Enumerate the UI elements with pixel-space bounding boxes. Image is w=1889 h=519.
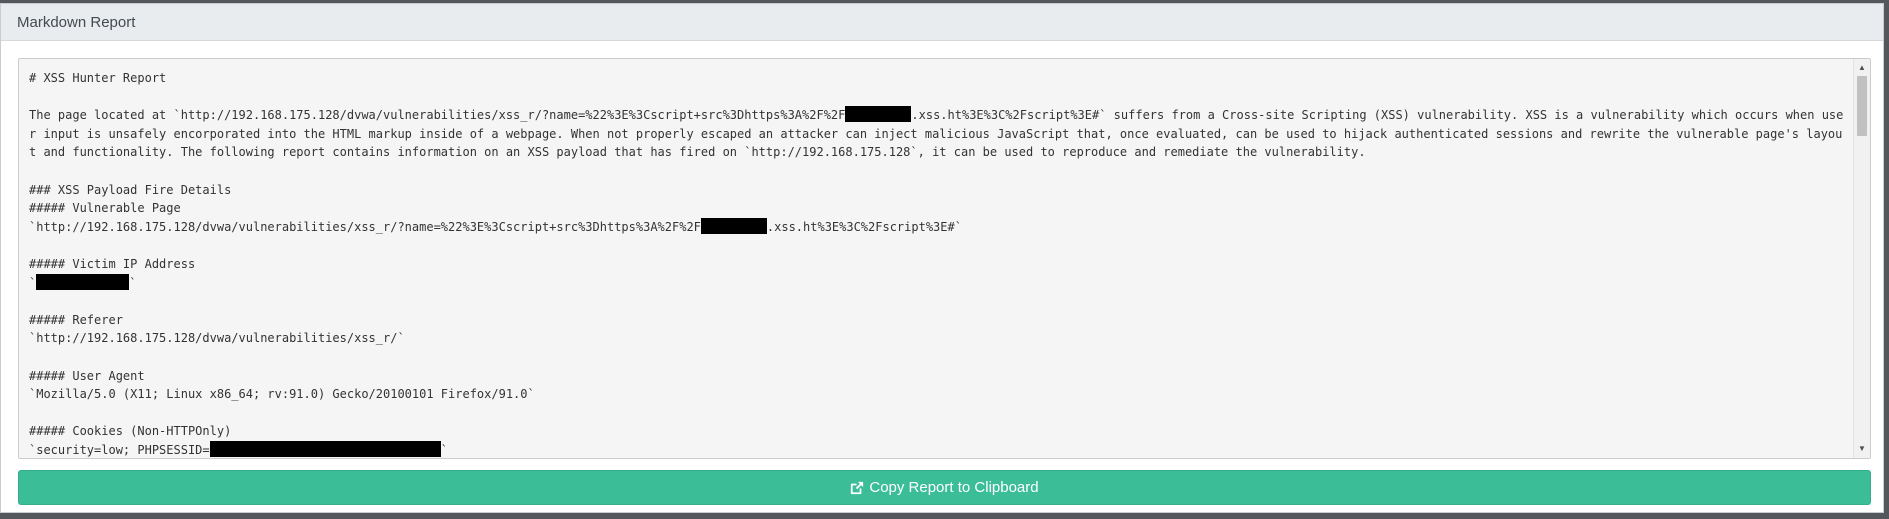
report-text-segment: `http://192.168.175.128/dvwa/vulnerabili… (29, 219, 701, 234)
report-text-segment: `Mozilla/5.0 (X11; Linux x86_64; rv:91.0… (29, 387, 535, 402)
report-line: ##### Cookies (Non-HTTPOnly) (29, 422, 1845, 441)
panel-title: Markdown Report (1, 4, 1883, 41)
report-line: ##### Victim IP Address (29, 255, 1845, 274)
scroll-down-arrow-icon[interactable]: ▼ (1854, 442, 1870, 456)
report-line (29, 348, 1845, 367)
report-line: `http://192.168.175.128/dvwa/vulnerabili… (29, 329, 1845, 348)
report-line (29, 404, 1845, 423)
report-line: ` ` (29, 273, 1845, 293)
report-text-segment: ##### Cookies (Non-HTTPOnly) (29, 424, 232, 439)
report-text-segment: ##### Vulnerable Page (29, 201, 181, 216)
report-text-segment: ` (29, 275, 37, 290)
report-textarea[interactable]: # XSS Hunter Report The page located at `… (18, 58, 1871, 459)
copy-report-label: Copy Report to Clipboard (869, 479, 1039, 496)
report-line (29, 236, 1845, 255)
markdown-report-panel: Markdown Report # XSS Hunter Report The p… (0, 3, 1884, 513)
report-text-segment: `security=low; PHPSESSID= (29, 442, 210, 457)
report-line: ##### User Agent (29, 367, 1845, 386)
report-line (29, 162, 1845, 181)
copy-report-button[interactable]: Copy Report to Clipboard (18, 470, 1871, 505)
scroll-thumb[interactable] (1857, 76, 1867, 136)
report-line: ##### Referer (29, 311, 1845, 330)
report-line: ### XSS Payload Fire Details (29, 181, 1845, 200)
report-line (29, 88, 1845, 107)
report-line: The page located at `http://192.168.175.… (29, 106, 1845, 162)
external-link-icon (851, 481, 864, 494)
report-text-segment: .xss.ht%3E%3C%2Fscript%3E#` (766, 219, 962, 234)
redacted-block (36, 273, 130, 290)
report-line (29, 292, 1845, 311)
report-line: `Mozilla/5.0 (X11; Linux x86_64; rv:91.0… (29, 385, 1845, 404)
scroll-up-arrow-icon[interactable]: ▲ (1854, 61, 1870, 75)
report-text-segment: ##### Referer (29, 312, 123, 327)
report-text-segment: The page located at `http://192.168.175.… (29, 108, 846, 123)
report-line: `security=low; PHPSESSID= ` (29, 440, 1845, 458)
report-scrollbar[interactable]: ▲ ▼ (1853, 59, 1870, 458)
redacted-block (209, 440, 441, 457)
report-line: ##### Vulnerable Page (29, 199, 1845, 218)
report-text-segment: ` (440, 442, 448, 457)
report-text-segment: ##### Victim IP Address (29, 256, 196, 271)
report-content: # XSS Hunter Report The page located at `… (29, 69, 1845, 458)
report-text-segment: ### XSS Payload Fire Details (29, 182, 232, 197)
redacted-block (845, 106, 912, 123)
report-text-segment: ` (129, 275, 137, 290)
redacted-block (700, 217, 767, 234)
report-line: # XSS Hunter Report (29, 69, 1845, 88)
report-text-segment: `http://192.168.175.128/dvwa/vulnerabili… (29, 331, 405, 346)
report-text-segment: ##### User Agent (29, 368, 145, 383)
report-line: `http://192.168.175.128/dvwa/vulnerabili… (29, 217, 1845, 237)
report-text-segment: # XSS Hunter Report (29, 71, 167, 85)
